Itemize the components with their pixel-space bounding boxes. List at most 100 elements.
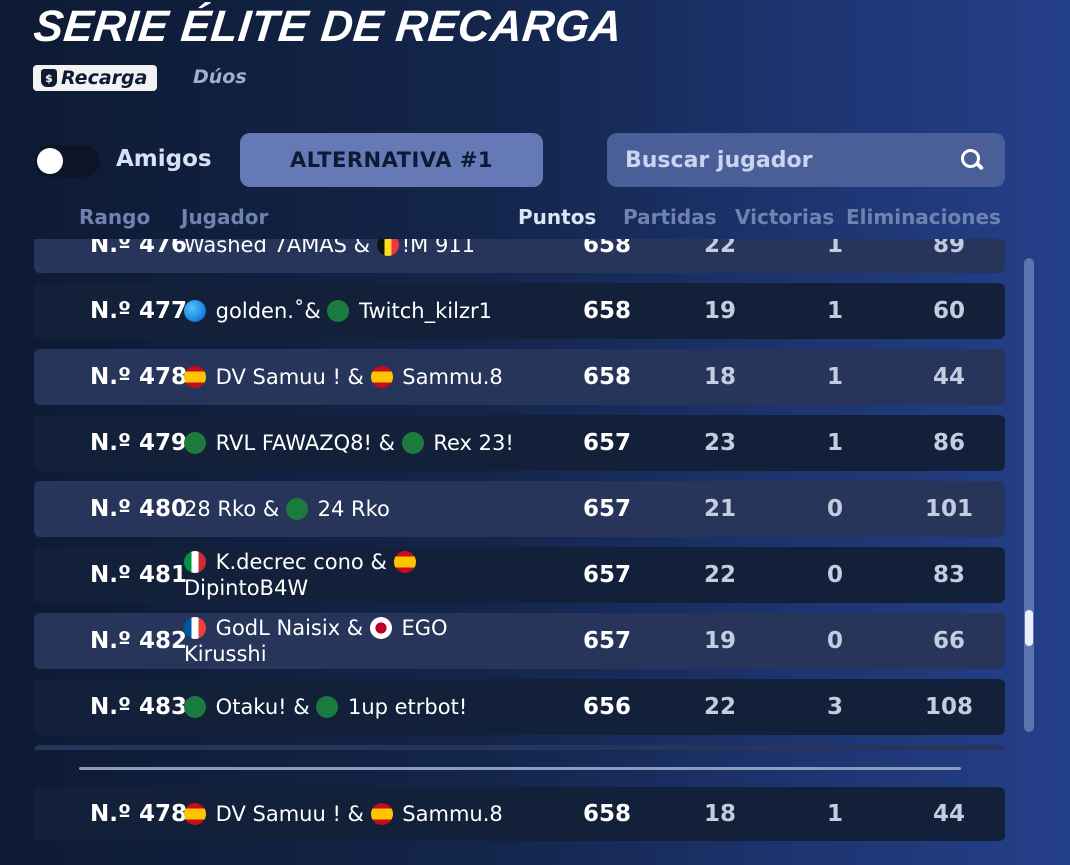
rank-cell: N.º 480 (90, 496, 187, 522)
players-cell: DV Samuu ! & Sammu.8 (184, 787, 564, 841)
wins-cell: 3 (826, 694, 843, 720)
players-cell: Otaku! & 1up etrbot! (184, 679, 564, 735)
wins-cell: 1 (826, 298, 843, 324)
col-header-matches[interactable]: Partidas (623, 205, 717, 229)
elims-cell: 86 (932, 430, 965, 456)
saudi-flag-icon (184, 432, 206, 454)
table-row[interactable] (34, 745, 1005, 750)
spain-flag-icon (184, 803, 206, 825)
money-bag-icon: $ (41, 69, 57, 87)
spain-flag-icon (370, 366, 393, 388)
matches-cell: 23 (703, 430, 736, 456)
wins-cell: 1 (826, 801, 843, 827)
search-placeholder: Buscar jugador (625, 147, 813, 173)
matches-cell: 22 (703, 694, 736, 720)
table-row[interactable]: N.º 480 28 Rko & 24 Rko 657 21 0 101 (34, 481, 1005, 537)
saudi-flag-icon (316, 696, 339, 718)
col-header-eliminations[interactable]: Eliminaciones (846, 205, 1001, 229)
mode-badge: $ Recarga (33, 65, 158, 91)
wins-cell: 0 (826, 496, 843, 522)
player-names-2: DipintoB4W (184, 576, 309, 600)
saudi-flag-icon (285, 498, 308, 520)
matches-cell: 18 (703, 801, 736, 827)
table-row[interactable]: N.º 482 GodL Naisix & EGO Kirusshi 657 1… (34, 613, 1005, 669)
player-names: K.decrec cono & (209, 550, 394, 574)
my-team-row[interactable]: N.º 478 DV Samuu ! & Sammu.8 658 18 1 44 (34, 787, 1005, 841)
mode-badge-label: Recarga (61, 67, 148, 89)
table-row[interactable]: N.º 479 RVL FAWAZQ8! & Rex 23! 657 23 1 … (34, 415, 1005, 471)
wins-cell: 0 (826, 628, 843, 654)
player-names: DV Samuu ! & (209, 802, 371, 826)
elims-cell: 44 (932, 801, 965, 827)
saudi-flag-icon (401, 432, 424, 454)
elims-cell: 44 (932, 364, 965, 390)
elims-cell: 66 (932, 628, 965, 654)
japan-flag-icon (369, 617, 392, 639)
rank-cell: N.º 478 (90, 801, 187, 827)
leaderboard-list[interactable]: N.º 476 Washed 7AMAS & !M 911 658 22 1 8… (34, 239, 1006, 750)
player-names: DV Samuu ! & (209, 365, 371, 389)
spain-flag-icon (370, 803, 393, 825)
rank-cell: N.º 476 (90, 239, 187, 258)
elims-cell: 101 (924, 496, 973, 522)
elims-cell: 89 (932, 239, 965, 258)
elims-cell: 108 (924, 694, 973, 720)
points-cell: 657 (582, 430, 631, 456)
players-cell: K.decrec cono & DipintoB4W (184, 547, 484, 603)
matches-cell: 22 (703, 562, 736, 588)
search-input[interactable]: Buscar jugador (607, 133, 1005, 187)
scrollbar-thumb[interactable] (1025, 610, 1033, 646)
friends-toggle[interactable] (34, 145, 100, 177)
rank-cell: N.º 478 (90, 364, 187, 390)
rank-cell: N.º 477 (90, 298, 187, 324)
points-cell: 658 (582, 364, 631, 390)
matches-cell: 22 (703, 239, 736, 258)
player-names: RVL FAWAZQ8! & (209, 431, 402, 455)
saudi-flag-icon (184, 696, 206, 718)
points-cell: 656 (582, 694, 631, 720)
mode-subtitle: Dúos (193, 66, 247, 88)
wins-cell: 1 (826, 239, 843, 258)
scrollbar-track[interactable] (1024, 258, 1034, 732)
globe-icon (184, 300, 206, 322)
belgium-flag-icon (376, 239, 399, 256)
points-cell: 658 (582, 239, 631, 258)
player-names-2: Sammu.8 (395, 365, 503, 389)
italy-flag-icon (184, 551, 206, 573)
table-row[interactable]: N.º 483 Otaku! & 1up etrbot! 656 22 3 10… (34, 679, 1005, 735)
rank-cell: N.º 483 (90, 694, 187, 720)
matches-cell: 18 (703, 364, 736, 390)
table-row[interactable]: N.º 476 Washed 7AMAS & !M 911 658 22 1 8… (34, 239, 1005, 273)
points-cell: 657 (582, 562, 631, 588)
elims-cell: 60 (932, 298, 965, 324)
spain-flag-icon (393, 551, 416, 573)
search-icon[interactable] (961, 149, 985, 171)
rank-cell: N.º 479 (90, 430, 187, 456)
players-cell: 28 Rko & 24 Rko (184, 481, 564, 537)
player-names-2: 24 Rko (310, 497, 390, 521)
alternative-button[interactable]: ALTERNATIVA #1 (240, 133, 543, 187)
spain-flag-icon (184, 366, 206, 388)
table-row[interactable]: N.º 478 DV Samuu ! & Sammu.8 658 18 1 44 (34, 349, 1005, 405)
table-row[interactable]: N.º 481 K.decrec cono & DipintoB4W 657 2… (34, 547, 1005, 603)
player-names-2: Rex 23! (426, 431, 514, 455)
matches-cell: 19 (703, 298, 736, 324)
table-row[interactable]: N.º 477 golden.˚& Twitch_kilzr1 658 19 1… (34, 283, 1005, 339)
points-cell: 658 (582, 298, 631, 324)
saudi-flag-icon (327, 300, 350, 322)
rank-cell: N.º 482 (90, 628, 187, 654)
page-title: SERIE ÉLITE DE RECARGA (31, 2, 625, 51)
matches-cell: 19 (703, 628, 736, 654)
players-cell: DV Samuu ! & Sammu.8 (184, 349, 564, 405)
player-names-2: Sammu.8 (395, 802, 503, 826)
players-cell: GodL Naisix & EGO Kirusshi (184, 613, 484, 669)
col-header-points[interactable]: Puntos (518, 205, 596, 229)
player-names-2: Twitch_kilzr1 (352, 299, 492, 323)
col-header-wins[interactable]: Victorias (735, 205, 834, 229)
toggle-knob (37, 148, 63, 174)
col-header-rank[interactable]: Rango (79, 205, 150, 229)
wins-cell: 0 (826, 562, 843, 588)
player-names-2: 1up etrbot! (341, 695, 468, 719)
player-names-2: !M 911 (401, 239, 476, 257)
col-header-player[interactable]: Jugador (181, 205, 268, 229)
